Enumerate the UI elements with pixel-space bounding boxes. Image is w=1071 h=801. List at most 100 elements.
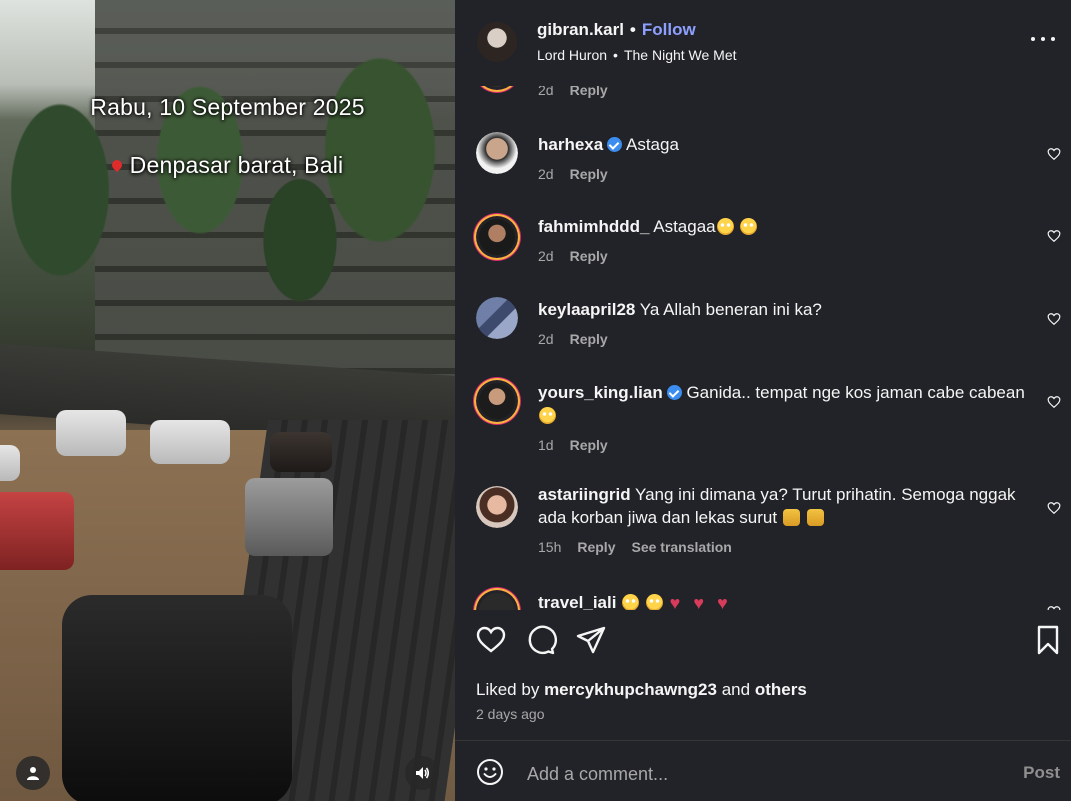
share-paper-plane-icon[interactable]	[575, 624, 607, 656]
commenter-avatar[interactable]	[476, 216, 518, 258]
like-comment-heart-icon[interactable]	[1047, 147, 1061, 161]
like-comment-heart-icon[interactable]	[1047, 605, 1061, 610]
like-comment-heart-icon[interactable]	[1047, 501, 1061, 515]
more-options-button[interactable]	[1031, 32, 1055, 46]
comment-text: Astaga	[626, 135, 679, 154]
commenter-avatar[interactable]	[476, 132, 518, 174]
overlay-location: Denpasar barat, Bali	[0, 152, 455, 179]
comment-text: Ganida.. tempat nge kos jaman cabe cabea…	[686, 383, 1025, 402]
commenter-avatar[interactable]	[476, 590, 518, 610]
reply-button[interactable]: Reply	[570, 86, 608, 98]
like-comment-heart-icon[interactable]	[1047, 395, 1061, 409]
author-line: gibran.karl • Follow	[537, 20, 737, 40]
likes-prefix: Liked by	[476, 680, 540, 699]
see-translation-button[interactable]: See translation	[631, 539, 731, 555]
comment-meta: 2d Reply	[538, 86, 1028, 102]
reply-button[interactable]: Reply	[570, 166, 608, 182]
like-comment-heart-icon[interactable]	[1047, 312, 1061, 326]
post-time-ago[interactable]: 2 days ago	[476, 706, 545, 722]
comment-time: 2d	[538, 166, 554, 182]
comment-username[interactable]: yours_king.lian	[538, 383, 663, 402]
comments-list[interactable]: 2d Reply harhexa Astaga 2d Reply fahmimh…	[455, 86, 1071, 610]
audio-song: The Night We Met	[623, 47, 737, 63]
post-actions	[455, 624, 1071, 668]
comment-meta: 15h Reply See translation	[538, 536, 1028, 559]
location-pin-icon	[109, 157, 124, 173]
media-car	[0, 445, 20, 481]
media-car	[245, 478, 333, 556]
commenter-avatar[interactable]	[476, 86, 518, 90]
comment-text: Ya Allah beneran ini ka?	[639, 300, 822, 319]
reply-button[interactable]: Reply	[570, 437, 608, 453]
comment-username[interactable]: fahmimhddd_	[538, 217, 649, 236]
comment-time: 15h	[538, 539, 562, 555]
comment-bubble-icon[interactable]	[525, 624, 557, 656]
author-username[interactable]: gibran.karl	[537, 20, 624, 39]
like-comment-heart-icon[interactable]	[1047, 229, 1061, 243]
comment-body: 2d Reply	[538, 86, 1028, 102]
verified-badge-icon	[607, 137, 623, 152]
comment-time: 1d	[538, 437, 554, 453]
emoji-picker-icon[interactable]	[476, 758, 504, 786]
reply-button[interactable]: Reply	[577, 539, 615, 555]
save-bookmark-icon[interactable]	[1032, 624, 1064, 656]
media-car	[62, 595, 292, 801]
author-info: gibran.karl • Follow Lord Huron • The Night …	[537, 20, 737, 63]
broken-heart-emoji-icon	[670, 592, 687, 610]
speaker-icon	[416, 767, 430, 779]
comment-body: keylaapril28 Ya Allah beneran ini ka? 2d…	[538, 298, 1028, 351]
audio-artist: Lord Huron	[537, 47, 608, 63]
post-side-panel: gibran.karl • Follow Lord Huron • The Night …	[455, 0, 1071, 801]
comment-body: astariingrid Yang ini dimana ya? Turut p…	[538, 483, 1028, 559]
separator-dot: •	[629, 20, 636, 39]
commenter-avatar[interactable]	[476, 486, 518, 528]
comment-input[interactable]	[525, 759, 979, 789]
comment-body: harhexa Astaga 2d Reply	[538, 133, 1028, 186]
overlay-location-text: Denpasar barat, Bali	[129, 152, 344, 178]
like-heart-icon[interactable]	[475, 624, 507, 656]
folded-hands-emoji-icon	[782, 509, 800, 526]
post-comment-button[interactable]: Post	[1023, 763, 1060, 783]
flushed-face-emoji-icon	[539, 407, 556, 424]
folded-hands-emoji-icon	[806, 509, 824, 526]
comment-composer: Post	[455, 741, 1071, 801]
broken-heart-emoji-icon	[693, 592, 710, 610]
comment-username[interactable]: travel_iali	[538, 593, 616, 610]
verified-badge-icon	[666, 385, 682, 400]
comment-time: 2d	[538, 86, 554, 98]
likes-summary: Liked by mercykhupchawng23 and others	[476, 680, 807, 700]
post-media[interactable]: Rabu, 10 September 2025 Denpasar barat, …	[0, 0, 455, 801]
sound-toggle-button[interactable]	[405, 756, 439, 790]
liker-username[interactable]: mercykhupchawng23	[544, 680, 717, 699]
more-dots-icon	[1031, 37, 1035, 41]
broken-heart-emoji-icon	[717, 592, 734, 610]
comment-username[interactable]: astariingrid	[538, 485, 631, 504]
comment-meta: 2d Reply	[538, 163, 1028, 186]
audio-separator: •	[613, 47, 618, 63]
commenter-avatar[interactable]	[476, 380, 518, 422]
media-car	[150, 420, 230, 464]
comment-username[interactable]: keylaapril28	[538, 300, 635, 319]
user-tag-icon	[27, 767, 39, 780]
commenter-avatar[interactable]	[476, 297, 518, 339]
comment-text: Astagaa	[653, 217, 716, 236]
comment-username[interactable]: harhexa	[538, 135, 603, 154]
flushed-face-emoji-icon	[716, 218, 734, 235]
likes-others-link[interactable]: others	[755, 680, 807, 699]
follow-button[interactable]: Follow	[642, 20, 696, 39]
author-avatar[interactable]	[477, 22, 517, 62]
comment-body: fahmimhddd_ Astagaa 2d Reply	[538, 215, 1028, 268]
flushed-face-emoji-icon	[645, 594, 663, 610]
likes-joiner: and	[721, 680, 751, 699]
comment-meta: 2d Reply	[538, 328, 1028, 351]
media-car	[270, 432, 332, 472]
comment-time: 2d	[538, 331, 554, 347]
reply-button[interactable]: Reply	[570, 248, 608, 264]
media-car	[56, 410, 126, 456]
audio-info[interactable]: Lord Huron • The Night We Met	[537, 47, 737, 63]
comment-meta: 1d Reply	[538, 434, 1028, 457]
post-header: gibran.karl • Follow Lord Huron • The Night …	[455, 0, 1071, 86]
reply-button[interactable]: Reply	[570, 331, 608, 347]
user-tag-button[interactable]	[16, 756, 50, 790]
comment-time: 2d	[538, 248, 554, 264]
